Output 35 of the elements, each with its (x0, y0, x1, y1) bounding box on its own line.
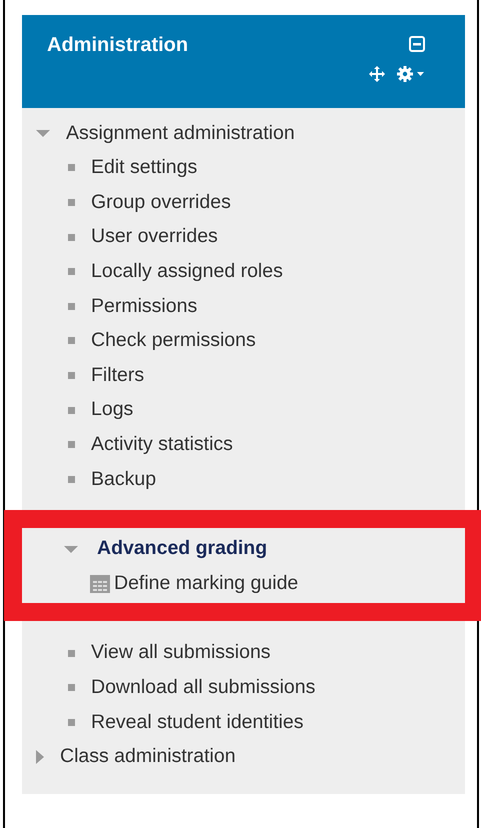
bullet-icon (68, 302, 75, 310)
menu-link[interactable]: User overrides (91, 222, 218, 252)
bullet-icon (68, 164, 75, 172)
menu-link[interactable]: Filters (91, 360, 144, 390)
tree-node-link[interactable]: Class administration (60, 742, 236, 772)
bullet-icon (68, 234, 75, 241)
block-title: Administration (47, 33, 188, 58)
bullet-icon (68, 441, 75, 448)
menu-link[interactable]: Edit settings (91, 153, 198, 183)
table-icon (90, 573, 110, 594)
menu-link[interactable]: Define marking guide (114, 568, 298, 598)
menu-link[interactable]: View all submissions (91, 638, 271, 668)
menu-link[interactable]: Download all submissions (91, 672, 316, 702)
menu-link[interactable]: Group overrides (91, 188, 231, 218)
move-icon[interactable] (369, 66, 385, 82)
bullet-icon (68, 718, 75, 726)
bullet-icon (68, 198, 75, 206)
menu-link[interactable]: Locally assigned roles (91, 257, 283, 286)
settings-icon[interactable] (397, 66, 425, 82)
menu-link[interactable]: Logs (91, 395, 134, 425)
bullet-icon (68, 476, 75, 483)
menu-link[interactable]: Backup (91, 464, 156, 494)
bullet-icon (68, 684, 75, 692)
menu-link[interactable]: Activity statistics (91, 430, 233, 460)
menu-link[interactable]: Reveal student identities (91, 708, 304, 737)
bullet-icon (68, 268, 75, 276)
bullet-icon (68, 372, 75, 379)
bullet-icon (68, 337, 75, 344)
tree-node-link[interactable]: Assignment administration (66, 118, 295, 148)
bullet-icon (68, 406, 75, 414)
bullet-icon (68, 650, 75, 657)
tree-node-link[interactable]: Advanced grading (97, 534, 268, 564)
menu-link[interactable]: Check permissions (91, 326, 256, 356)
menu-link[interactable]: Permissions (91, 292, 198, 321)
minimize-icon[interactable] (409, 36, 425, 52)
